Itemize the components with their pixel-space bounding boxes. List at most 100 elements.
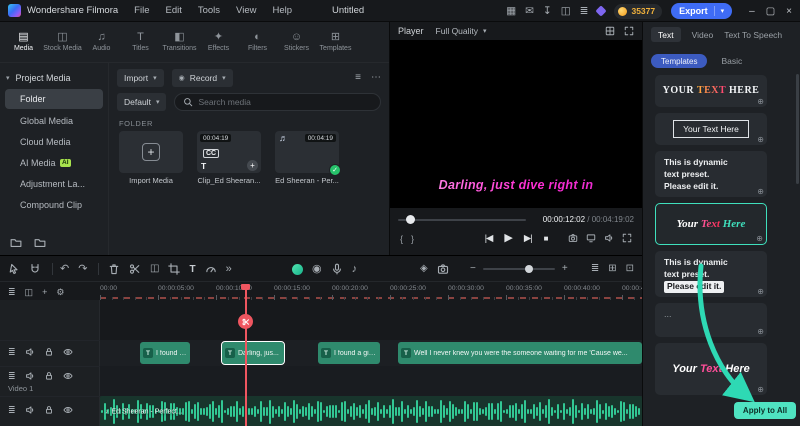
sidebar-item-ai-media[interactable]: AI Media AI <box>0 152 108 173</box>
text-preset-5[interactable]: This is dynamic text preset. Please edit… <box>655 251 767 297</box>
feedback-icon[interactable]: ✉ <box>525 6 534 17</box>
next-frame-button[interactable]: ▶| <box>524 234 533 244</box>
tab-text-to-speech[interactable]: Text To Speech <box>724 30 782 40</box>
text-preset-6[interactable]: ... ⊕ <box>655 303 767 337</box>
smart-tool-icon[interactable] <box>292 263 303 275</box>
text-preset-7[interactable]: Your Text Here ⊕ <box>655 343 767 395</box>
snap-magnet-icon[interactable] <box>29 263 41 275</box>
mark-out-icon[interactable]: } <box>411 234 414 244</box>
membership-diamond-icon[interactable] <box>595 5 608 17</box>
fit-timeline-icon[interactable]: ⊡ <box>626 264 634 274</box>
preset-apply-icon[interactable]: ⊕ <box>757 97 764 106</box>
undo-icon[interactable]: ↶ <box>60 263 69 275</box>
preset-apply-icon[interactable]: ⊕ <box>756 234 763 243</box>
import-dropdown[interactable]: Import ▾ <box>117 69 164 87</box>
preset-apply-icon[interactable]: ⊕ <box>757 385 764 394</box>
preset-apply-icon[interactable]: ⊕ <box>757 135 764 144</box>
hide-track-icon[interactable] <box>63 371 73 381</box>
preset-apply-icon[interactable]: ⊕ <box>757 287 764 296</box>
safe-area-grid-icon[interactable] <box>605 26 615 36</box>
menu-edit[interactable]: Edit <box>165 5 181 16</box>
menu-help[interactable]: Help <box>272 5 292 16</box>
media-tab-titles[interactable]: T Titles <box>121 24 160 60</box>
detach-clip-icon[interactable]: ◫ <box>150 264 159 274</box>
sidebar-item-compound-clip[interactable]: Compound Clip <box>0 194 108 215</box>
close-button[interactable]: × <box>786 6 792 17</box>
sidebar-item-global-media[interactable]: Global Media <box>0 110 108 131</box>
pointer-tool-icon[interactable] <box>8 263 20 275</box>
media-tab-templates[interactable]: ⊞ Templates <box>316 24 355 60</box>
detach-window-icon[interactable] <box>624 26 634 36</box>
delete-icon[interactable] <box>108 263 120 275</box>
preset-apply-icon[interactable]: ⊕ <box>757 327 764 336</box>
timeline-ruler[interactable]: 00:00 00:00:05:00 00:00:10:00 00:00:15:00 00… <box>0 284 642 300</box>
zoom-slider[interactable] <box>482 265 555 273</box>
audio-tool-icon[interactable]: ♪ <box>352 263 358 275</box>
text-preset-4-selected[interactable]: Your Text Here ⊕ <box>655 203 767 245</box>
zoom-knob[interactable] <box>524 265 533 273</box>
subtitle-clip-tile[interactable]: 00:04:19 CC T + <box>197 131 261 173</box>
video-track-lane[interactable] <box>100 366 642 396</box>
apply-to-all-button[interactable]: Apply to All <box>734 402 796 419</box>
text-preset-1[interactable]: YOUR TEXT HERE ⊕ <box>655 75 767 107</box>
sidebar-item-adjustment-la[interactable]: Adjustment La... <box>0 173 108 194</box>
shortcut-list-icon[interactable]: ≣ <box>580 6 589 17</box>
stop-button[interactable]: ■ <box>544 234 549 243</box>
new-folder-icon[interactable] <box>10 237 22 249</box>
add-text-icon[interactable]: T <box>189 264 195 275</box>
lock-track-icon[interactable] <box>44 347 54 357</box>
preset-apply-icon[interactable]: ⊕ <box>757 187 764 196</box>
display-mode-icon[interactable] <box>586 233 596 243</box>
grid-view-icon[interactable]: ⊞ <box>608 264 616 274</box>
hide-track-icon[interactable] <box>63 347 73 357</box>
workspace-layout-icon[interactable]: ▦ <box>506 6 516 17</box>
speed-icon[interactable] <box>205 263 217 275</box>
menu-file[interactable]: File <box>134 5 149 16</box>
quality-dropdown[interactable]: Full Quality ▾ <box>436 26 487 36</box>
text-track-lane[interactable]: TI found a lov...TDarling, jus...TI foun… <box>100 340 642 366</box>
media-tab-audio[interactable]: ♫ Audio <box>82 24 121 60</box>
export-chevron-icon[interactable]: ▾ <box>721 8 725 15</box>
redo-icon[interactable]: ↷ <box>78 263 87 275</box>
playhead-split-button[interactable] <box>238 314 253 329</box>
text-preset-2[interactable]: Your Text Here ⊕ <box>655 113 767 145</box>
mute-track-icon[interactable] <box>25 371 35 381</box>
text-preset-3[interactable]: This is dynamic text preset. Please edit… <box>655 151 767 197</box>
media-tab-filters[interactable]: ◐ Filters <box>238 24 277 60</box>
mute-track-icon[interactable] <box>25 405 35 415</box>
split-scissors-icon[interactable] <box>129 263 141 275</box>
sort-icon[interactable]: ≡ <box>355 73 361 83</box>
mute-track-icon[interactable] <box>25 347 35 357</box>
menu-view[interactable]: View <box>236 5 256 16</box>
scrub-handle[interactable] <box>406 215 415 224</box>
voiceover-mic-icon[interactable] <box>331 263 343 275</box>
track-drag-icon[interactable]: ≣ <box>8 371 16 381</box>
search-input[interactable] <box>198 97 372 107</box>
text-clip[interactable]: TI found a lov... <box>140 342 190 364</box>
download-icon[interactable]: ↧ <box>543 6 552 17</box>
volume-icon[interactable] <box>604 233 614 243</box>
marker-icon[interactable]: ◈ <box>420 264 428 274</box>
audio-clip-tile[interactable]: ♬ 00:04:19 ✓ <box>275 131 341 176</box>
crop-icon[interactable] <box>168 263 180 275</box>
scrollbar-thumb[interactable] <box>796 74 799 184</box>
track-drag-icon[interactable]: ≣ <box>8 405 16 415</box>
menu-tools[interactable]: Tools <box>198 5 220 16</box>
sort-order-dropdown[interactable]: Default ▾ <box>117 93 167 111</box>
playhead-top-handle[interactable] <box>241 284 250 290</box>
sidebar-item-cloud-media[interactable]: Cloud Media <box>0 131 108 152</box>
minimize-button[interactable]: – <box>749 6 755 17</box>
credits-badge[interactable]: 35377 <box>614 3 663 19</box>
screen-snapshot-icon[interactable] <box>437 263 449 275</box>
lock-track-icon[interactable] <box>44 371 54 381</box>
track-list-icon[interactable]: ≣ <box>591 264 599 274</box>
media-tab-media[interactable]: ▤ Media <box>4 24 43 60</box>
play-button[interactable]: ▶ <box>504 233 513 244</box>
subtab-templates[interactable]: Templates <box>651 54 708 68</box>
media-tab-effects[interactable]: ✦ Effects <box>199 24 238 60</box>
audio-clip[interactable]: ♪ Ed Sheeran - Perfect... <box>100 396 642 426</box>
zoom-out-icon[interactable]: − <box>470 264 476 274</box>
maximize-button[interactable]: ▢ <box>766 6 775 17</box>
text-clip[interactable]: TI found a girl b... <box>318 342 380 364</box>
tab-text[interactable]: Text <box>651 27 681 42</box>
